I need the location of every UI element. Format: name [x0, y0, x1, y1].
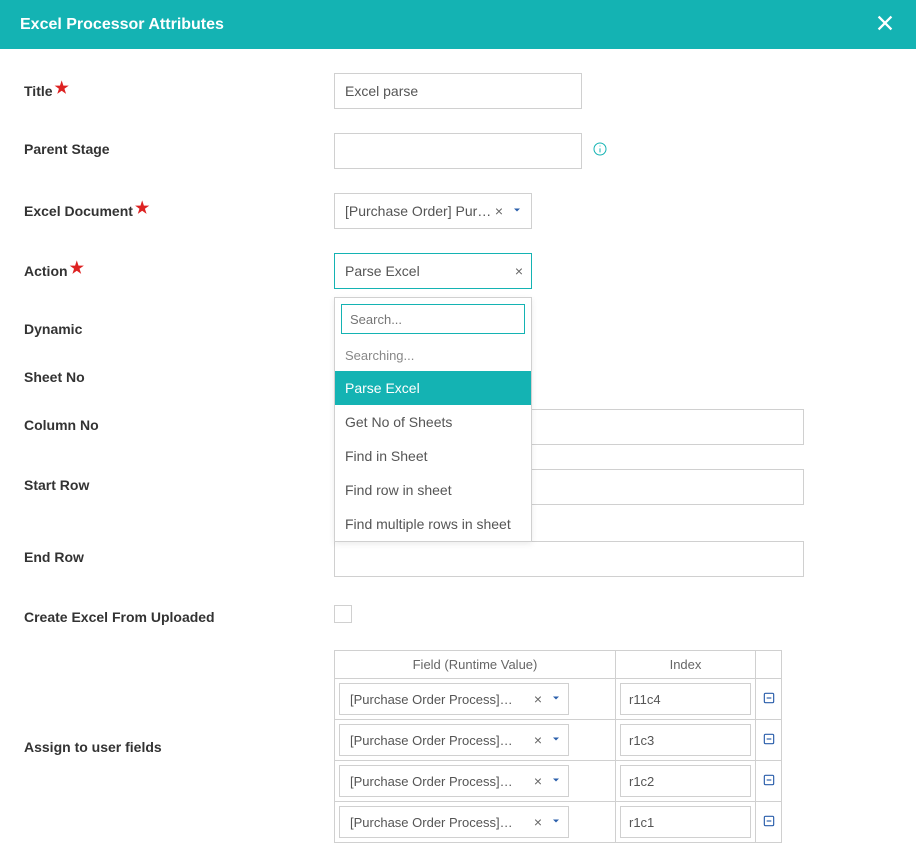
- clear-icon[interactable]: ×: [515, 263, 523, 279]
- label-assign: Assign to user fields: [24, 739, 334, 755]
- action-select[interactable]: Parse Excel ×: [334, 253, 532, 289]
- chevron-down-icon: [550, 815, 562, 830]
- dialog-header: Excel Processor Attributes: [0, 0, 916, 49]
- end-row-input[interactable]: [334, 541, 804, 577]
- field-select[interactable]: [Purchase Order Process] Q...×: [339, 765, 569, 797]
- dialog-title: Excel Processor Attributes: [20, 16, 224, 34]
- excel-document-select[interactable]: [Purchase Order] Purc... ×: [334, 193, 532, 229]
- table-row: [Purchase Order Process] U...×: [335, 720, 782, 761]
- clear-icon[interactable]: ×: [534, 814, 542, 830]
- index-input[interactable]: [620, 683, 751, 715]
- action-dropdown: Searching... Parse ExcelGet No of Sheets…: [334, 297, 532, 542]
- chevron-down-icon: [550, 774, 562, 789]
- create-excel-checkbox[interactable]: [334, 605, 352, 623]
- field-select[interactable]: [Purchase Order Process] To...×: [339, 683, 569, 715]
- info-icon[interactable]: [592, 141, 608, 157]
- table-row: [Purchase Order Process] To...×: [335, 679, 782, 720]
- index-input[interactable]: [620, 765, 751, 797]
- remove-row-button[interactable]: [762, 814, 776, 828]
- index-input[interactable]: [620, 806, 751, 838]
- table-row: [Purchase Order Process] Q...×: [335, 761, 782, 802]
- label-action: Action★: [24, 253, 334, 281]
- label-end-row: End Row: [24, 541, 334, 565]
- label-title: Title★: [24, 73, 334, 101]
- dropdown-searching-text: Searching...: [335, 340, 531, 371]
- field-select[interactable]: [Purchase Order Process] U...×: [339, 724, 569, 756]
- chevron-down-icon: [511, 203, 523, 219]
- required-star-icon: ★: [55, 80, 69, 97]
- label-sheet-no: Sheet No: [24, 361, 334, 385]
- dropdown-search-input[interactable]: [341, 304, 525, 334]
- dropdown-option[interactable]: Find multiple rows in sheet: [335, 507, 531, 541]
- label-create-excel: Create Excel From Uploaded: [24, 601, 334, 625]
- clear-icon[interactable]: ×: [534, 732, 542, 748]
- table-row: [Purchase Order Process] Pr...×: [335, 802, 782, 843]
- remove-row-button[interactable]: [762, 732, 776, 746]
- required-star-icon: ★: [135, 200, 149, 217]
- dropdown-option[interactable]: Parse Excel: [335, 371, 531, 405]
- label-column-no: Column No: [24, 409, 334, 433]
- table-header-index: Index: [616, 651, 756, 679]
- label-dynamic: Dynamic: [24, 313, 334, 337]
- label-excel-document: Excel Document★: [24, 193, 334, 221]
- clear-icon[interactable]: ×: [534, 691, 542, 707]
- field-select[interactable]: [Purchase Order Process] Pr...×: [339, 806, 569, 838]
- label-parent-stage: Parent Stage: [24, 133, 334, 157]
- remove-row-button[interactable]: [762, 691, 776, 705]
- close-icon: [874, 12, 896, 34]
- chevron-down-icon: [550, 733, 562, 748]
- close-button[interactable]: [874, 12, 896, 37]
- required-star-icon: ★: [70, 260, 84, 277]
- assign-table: Field (Runtime Value) Index [Purchase Or…: [334, 650, 782, 843]
- label-start-row: Start Row: [24, 469, 334, 493]
- table-header-actions: [756, 651, 782, 679]
- index-input[interactable]: [620, 724, 751, 756]
- dropdown-option[interactable]: Get No of Sheets: [335, 405, 531, 439]
- chevron-down-icon: [550, 692, 562, 707]
- table-header-field: Field (Runtime Value): [335, 651, 616, 679]
- title-input[interactable]: [334, 73, 582, 109]
- remove-row-button[interactable]: [762, 773, 776, 787]
- clear-icon[interactable]: ×: [534, 773, 542, 789]
- dropdown-option[interactable]: Find in Sheet: [335, 439, 531, 473]
- dropdown-option[interactable]: Find row in sheet: [335, 473, 531, 507]
- form-body: Title★ Parent Stage Excel Document★ [Pur…: [0, 49, 916, 867]
- clear-icon[interactable]: ×: [495, 203, 503, 219]
- parent-stage-input[interactable]: [334, 133, 582, 169]
